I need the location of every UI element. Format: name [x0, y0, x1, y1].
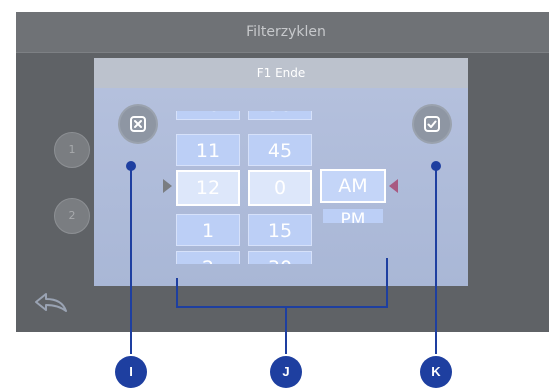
callout-k-marker: K	[420, 356, 452, 388]
confirm-button[interactable]	[414, 106, 450, 142]
hour-selected[interactable]: 12	[176, 170, 240, 206]
minute-option[interactable]: 15	[248, 214, 312, 246]
hour-option[interactable]: 11	[176, 134, 240, 166]
screen-title: Filterzyklen	[246, 24, 326, 40]
minute-option[interactable]: 30	[248, 251, 312, 264]
callout-k-line	[435, 166, 437, 354]
ampm-option[interactable]: PM	[323, 209, 383, 223]
selection-right-pointer-icon	[389, 179, 398, 193]
minute-selected[interactable]: 0	[248, 170, 312, 206]
callout-j-line	[285, 306, 287, 354]
hour-option[interactable]: 10	[176, 111, 240, 120]
back-arrow-icon[interactable]	[32, 288, 72, 316]
close-box-icon	[130, 116, 146, 132]
ampm-selected[interactable]: AM	[320, 169, 386, 203]
cancel-button[interactable]	[120, 106, 156, 142]
callout-j-bracket-right	[386, 258, 388, 308]
filter-cycle-1-button[interactable]: 1	[54, 132, 90, 168]
callout-i-line	[130, 166, 132, 354]
hour-option[interactable]: 1	[176, 214, 240, 246]
dialog-title: F1 Ende	[256, 66, 306, 80]
checkmark-box-icon	[424, 116, 440, 132]
filter-cycle-2-button[interactable]: 2	[54, 198, 90, 234]
hour-wheel[interactable]: 10 11 12 1 2	[176, 111, 240, 264]
callout-i-marker: I	[115, 356, 147, 388]
minute-option[interactable]: 30	[248, 111, 312, 120]
callout-j-marker: J	[270, 356, 302, 388]
callout-j-bracket-base	[176, 306, 388, 308]
minute-option[interactable]: 45	[248, 134, 312, 166]
selection-left-pointer-icon	[163, 179, 172, 193]
callout-j-bracket-left	[176, 278, 178, 308]
minute-wheel[interactable]: 30 45 0 15 30	[248, 111, 312, 264]
hour-option[interactable]: 2	[176, 251, 240, 264]
